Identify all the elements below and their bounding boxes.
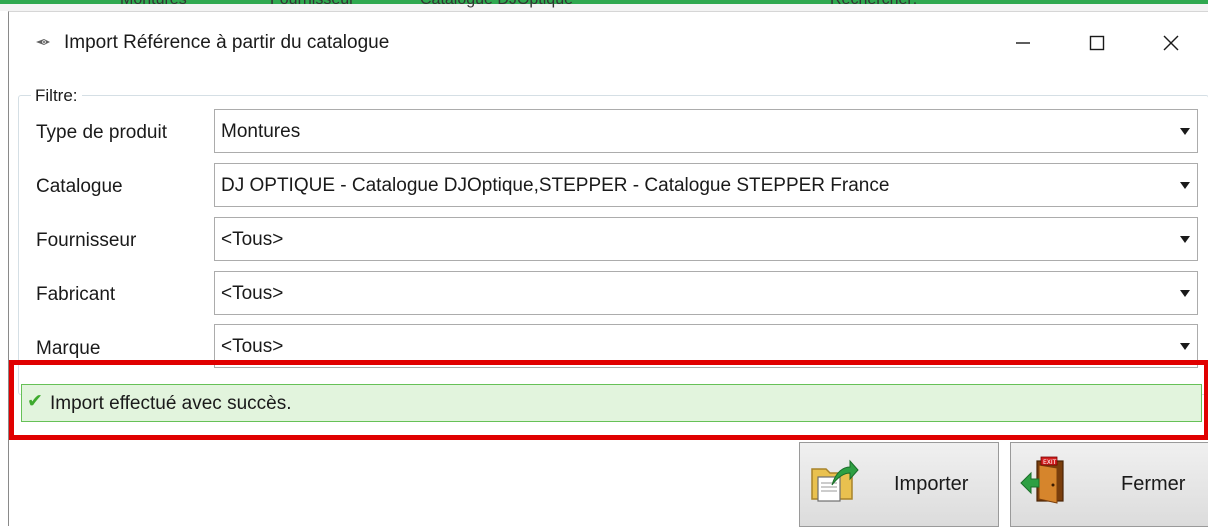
background-text: Catalogue DJOptique	[420, 0, 573, 9]
import-button-label: Importer	[894, 473, 969, 495]
chevron-down-icon	[1180, 343, 1190, 350]
svg-text:EXIT: EXIT	[1043, 459, 1057, 466]
window-title: Import Référence à partir du catalogue	[64, 32, 390, 53]
supplier-label: Fournisseur	[36, 230, 137, 251]
brand-label: Marque	[36, 338, 101, 359]
chevron-down-icon	[1180, 290, 1190, 297]
maximize-button[interactable]	[1060, 12, 1134, 74]
background-text: Rechercher:	[830, 0, 917, 9]
background-text: Montures	[120, 0, 187, 9]
background-text: Fournisseur	[270, 0, 354, 9]
supplier-dropdown[interactable]: <Tous>	[214, 217, 1198, 261]
brand-value: <Tous>	[221, 336, 284, 357]
chevron-down-icon	[1180, 236, 1190, 243]
product-type-dropdown[interactable]: Montures	[214, 109, 1198, 153]
minimize-button[interactable]	[986, 12, 1060, 74]
close-icon	[1163, 35, 1179, 51]
supplier-value: <Tous>	[221, 229, 284, 250]
catalogue-dropdown[interactable]: DJ OPTIQUE - Catalogue DJOptique,STEPPER…	[214, 163, 1198, 207]
manufacturer-value: <Tous>	[221, 283, 284, 304]
close-button-label: Fermer	[1121, 473, 1186, 495]
close-window-button[interactable]	[1134, 12, 1208, 74]
manufacturer-dropdown[interactable]: <Tous>	[214, 271, 1198, 315]
product-type-value: Montures	[221, 121, 301, 142]
app-icon	[36, 39, 50, 45]
manufacturer-label: Fabricant	[36, 284, 116, 305]
chevron-down-icon	[1180, 128, 1190, 135]
product-type-label: Type de produit	[36, 122, 167, 143]
close-button[interactable]: EXIT Fermer	[1010, 442, 1208, 527]
import-button[interactable]: Importer	[799, 442, 999, 527]
exit-door-icon: EXIT	[1020, 456, 1064, 504]
background-app-strip: Montures Fournisseur Catalogue DJOptique…	[0, 0, 1208, 11]
catalogue-label: Catalogue	[36, 176, 123, 197]
minimize-icon	[1016, 42, 1030, 44]
status-message: Import effectué avec succès.	[50, 393, 292, 414]
import-folder-icon	[811, 459, 859, 502]
checkmark-icon: ✔	[27, 391, 43, 412]
filter-group-label: Filtre:	[31, 86, 82, 106]
import-dialog: Import Référence à partir du catalogue F…	[8, 11, 1208, 527]
chevron-down-icon	[1180, 182, 1190, 189]
title-bar[interactable]: Import Référence à partir du catalogue	[9, 12, 1208, 74]
status-message-bar: ✔ Import effectué avec succès.	[21, 384, 1202, 422]
maximize-icon	[1089, 35, 1105, 51]
catalogue-value: DJ OPTIQUE - Catalogue DJOptique,STEPPER…	[221, 175, 890, 196]
